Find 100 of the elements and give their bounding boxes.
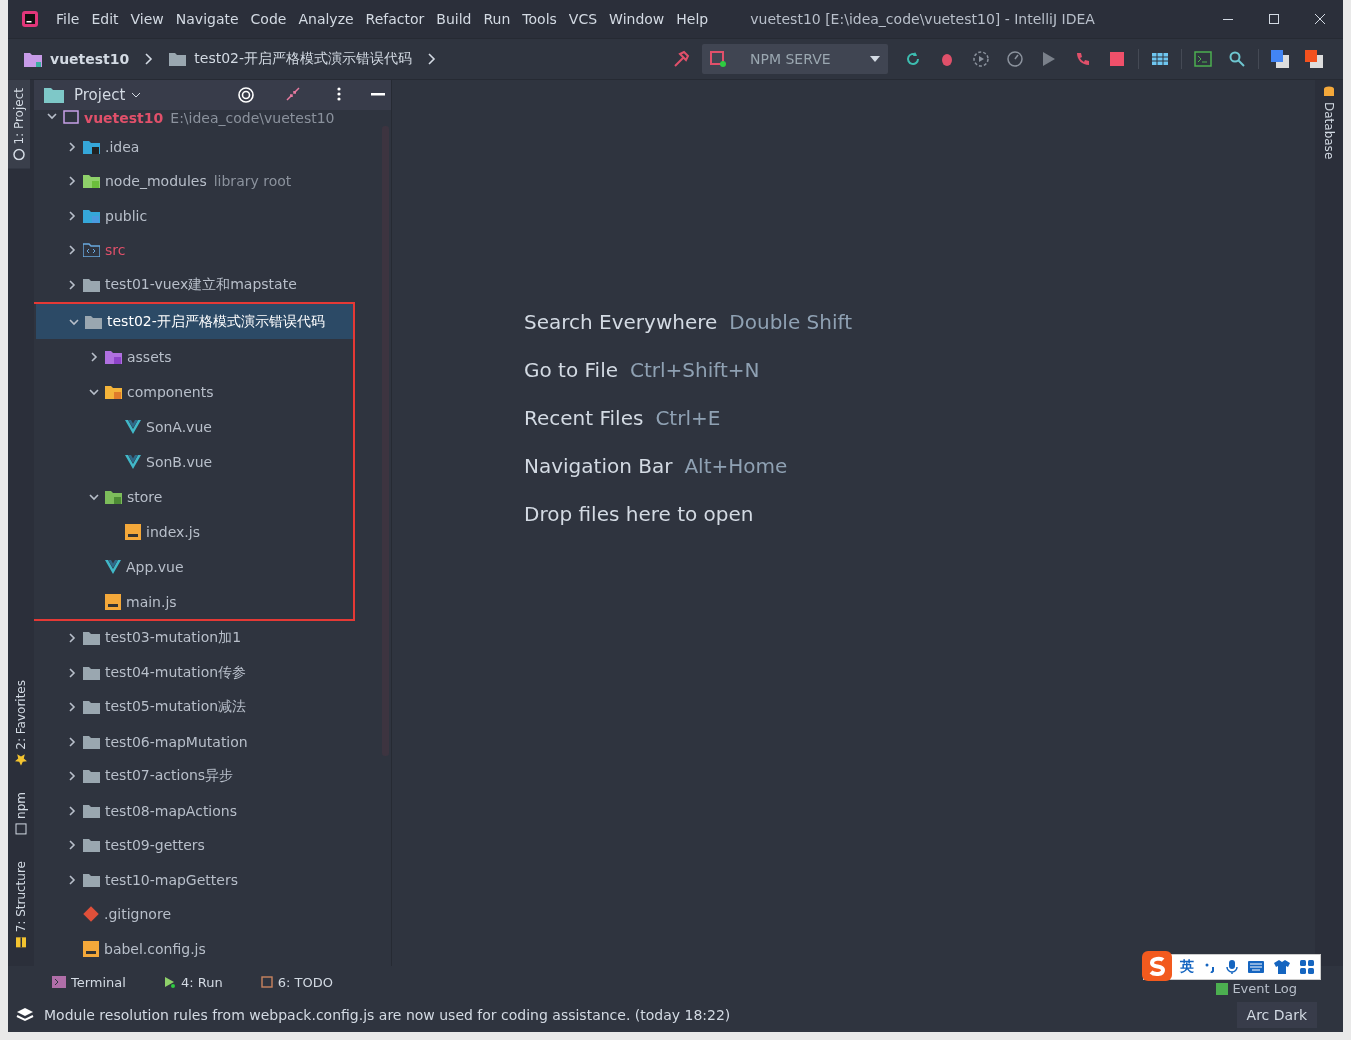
item-label: test06-mapMutation [105, 733, 248, 750]
more-icon[interactable] [337, 86, 341, 102]
microphone-icon[interactable] [1226, 960, 1238, 974]
item-label: public [105, 207, 148, 224]
run-icon [163, 976, 176, 988]
breadcrumb[interactable]: test02-开启严格模式演示错误代码 [163, 49, 419, 69]
tree-item[interactable]: test01-vuex建立和mapstate [34, 267, 391, 303]
chevron-right-icon[interactable] [66, 804, 78, 817]
keyboard-icon[interactable] [1248, 961, 1264, 973]
chevron-right-icon[interactable] [66, 873, 78, 886]
tree-item[interactable]: node_modules library root [34, 164, 391, 199]
menu-item[interactable]: Help [670, 11, 715, 27]
tree-item[interactable]: test10-mapGetters [34, 862, 391, 897]
menu-item[interactable]: VCS [562, 11, 604, 27]
menu-item[interactable]: Tools [516, 11, 563, 27]
tree-item[interactable]: test08-mapActions [34, 793, 391, 829]
tree-item[interactable]: index.js [36, 514, 353, 550]
chevron-right-icon[interactable] [66, 632, 78, 645]
chevron-right-icon[interactable] [88, 350, 100, 363]
item-label: test09-getters [105, 837, 205, 854]
js-file-icon [125, 523, 141, 540]
window-title: vuetest10 [E:\idea_code\vuetest10] - IntelliJ IDEA [750, 11, 1096, 27]
tree-item[interactable]: test05-mutation减法 [34, 690, 391, 725]
caret-icon [870, 56, 880, 62]
chevron-right-icon[interactable] [66, 735, 78, 748]
js-file-icon [83, 940, 99, 957]
folder-icon [83, 277, 100, 292]
chevron-right-icon[interactable] [66, 839, 78, 852]
tree-item[interactable]: .idea [34, 129, 391, 165]
tool-window-tab[interactable]: 1: Project [8, 80, 30, 169]
tool-window-tab[interactable]: 7: Structure [8, 852, 34, 956]
tool-window-tab[interactable]: 4: Run [157, 973, 229, 991]
chevron-right-icon[interactable] [66, 175, 78, 188]
tree-item[interactable]: test02-开启严格模式演示错误代码 [36, 304, 353, 340]
menu-item[interactable]: Analyze [292, 11, 360, 27]
vue-file-icon [125, 454, 141, 469]
tree-item[interactable]: babel.config.js [34, 931, 391, 966]
grid-icon[interactable] [1300, 960, 1314, 974]
tree-item[interactable]: public [34, 198, 391, 234]
menu-item[interactable]: Code [244, 11, 293, 27]
tree-item[interactable]: vuetest10 E:\idea_code\vuetest10 [34, 110, 391, 130]
item-label: test05-mutation减法 [105, 698, 247, 717]
tree-item[interactable]: SonB.vue [36, 444, 353, 480]
event-log-icon [1216, 982, 1229, 995]
tool-window-tab[interactable]: npm [8, 783, 34, 843]
menu-item[interactable]: Edit [85, 11, 125, 27]
item-label: src [105, 242, 126, 259]
folder-icon [83, 838, 100, 853]
chevron-right-icon[interactable] [66, 209, 78, 222]
target-icon[interactable] [237, 86, 255, 104]
theme-widget[interactable]: Arc Dark [1236, 1002, 1317, 1028]
terminal-icon [52, 976, 66, 988]
chevron-right-icon[interactable] [66, 278, 78, 291]
folder-icon [83, 631, 100, 646]
view-dropdown[interactable]: Project [68, 85, 148, 105]
chevron-right-icon[interactable] [66, 666, 78, 679]
tree-item[interactable]: test07-actions异步 [34, 759, 391, 794]
item-label: main.js [126, 593, 177, 610]
star-icon [15, 753, 27, 766]
tree-item[interactable]: App.vue [36, 549, 353, 585]
tree-item[interactable]: .gitignore [34, 897, 391, 932]
item-label: node_modules [105, 173, 207, 190]
shirt-icon[interactable] [1274, 960, 1290, 974]
punctuation-icon[interactable] [1204, 961, 1216, 973]
tree-item[interactable]: assets [36, 339, 353, 375]
ime-mode[interactable]: 英 [1180, 958, 1194, 976]
chevron-down-icon[interactable] [46, 110, 58, 122]
menu-item[interactable]: View [124, 11, 170, 27]
tool-window-tab[interactable]: 2: Favorites [8, 672, 34, 774]
chevron-right-icon[interactable] [66, 701, 78, 714]
item-label: App.vue [126, 558, 184, 575]
tree-item[interactable]: test09-getters [34, 828, 391, 863]
chevron-right-icon[interactable] [66, 140, 78, 153]
collapse-icon[interactable] [285, 86, 301, 102]
tool-window-tab[interactable]: Database [1322, 80, 1336, 166]
menu-item[interactable]: Refactor [359, 11, 431, 27]
item-label: test01-vuex建立和mapstate [105, 275, 297, 294]
menu-item[interactable]: File [50, 11, 86, 27]
hint-shortcut: Ctrl+Shift+N [630, 358, 760, 382]
event-log-tab[interactable]: Event Log [1210, 980, 1303, 997]
tool-window-tab[interactable]: Terminal [46, 973, 132, 991]
chevron-right-icon[interactable] [66, 770, 78, 783]
tree-item[interactable]: main.js [36, 584, 353, 620]
folder-icon [169, 52, 187, 66]
tool-window-tab[interactable]: 6: TODO [254, 973, 339, 991]
menu-item[interactable]: Build [430, 11, 478, 27]
run-config-dropdown[interactable]: NPM SERVE [702, 44, 888, 74]
chevron-down-icon [131, 92, 142, 98]
tree-item[interactable]: test06-mapMutation [34, 724, 391, 760]
hint-shortcut: Double Shift [729, 310, 853, 334]
menu-item[interactable]: Window [603, 11, 671, 27]
menu-item[interactable]: Navigate [169, 11, 245, 27]
tree-item[interactable]: test03-mutation加1 [34, 621, 391, 656]
tree-item[interactable]: store [36, 479, 353, 515]
breadcrumb[interactable]: vuetest10 [18, 50, 136, 68]
tree-item[interactable]: test04-mutation传参 [34, 655, 391, 691]
chevron-right-icon[interactable] [66, 244, 78, 257]
tree-item[interactable]: components [36, 374, 353, 410]
menu-item[interactable]: Run [477, 11, 517, 27]
tree-item[interactable]: SonA.vue [36, 409, 353, 445]
